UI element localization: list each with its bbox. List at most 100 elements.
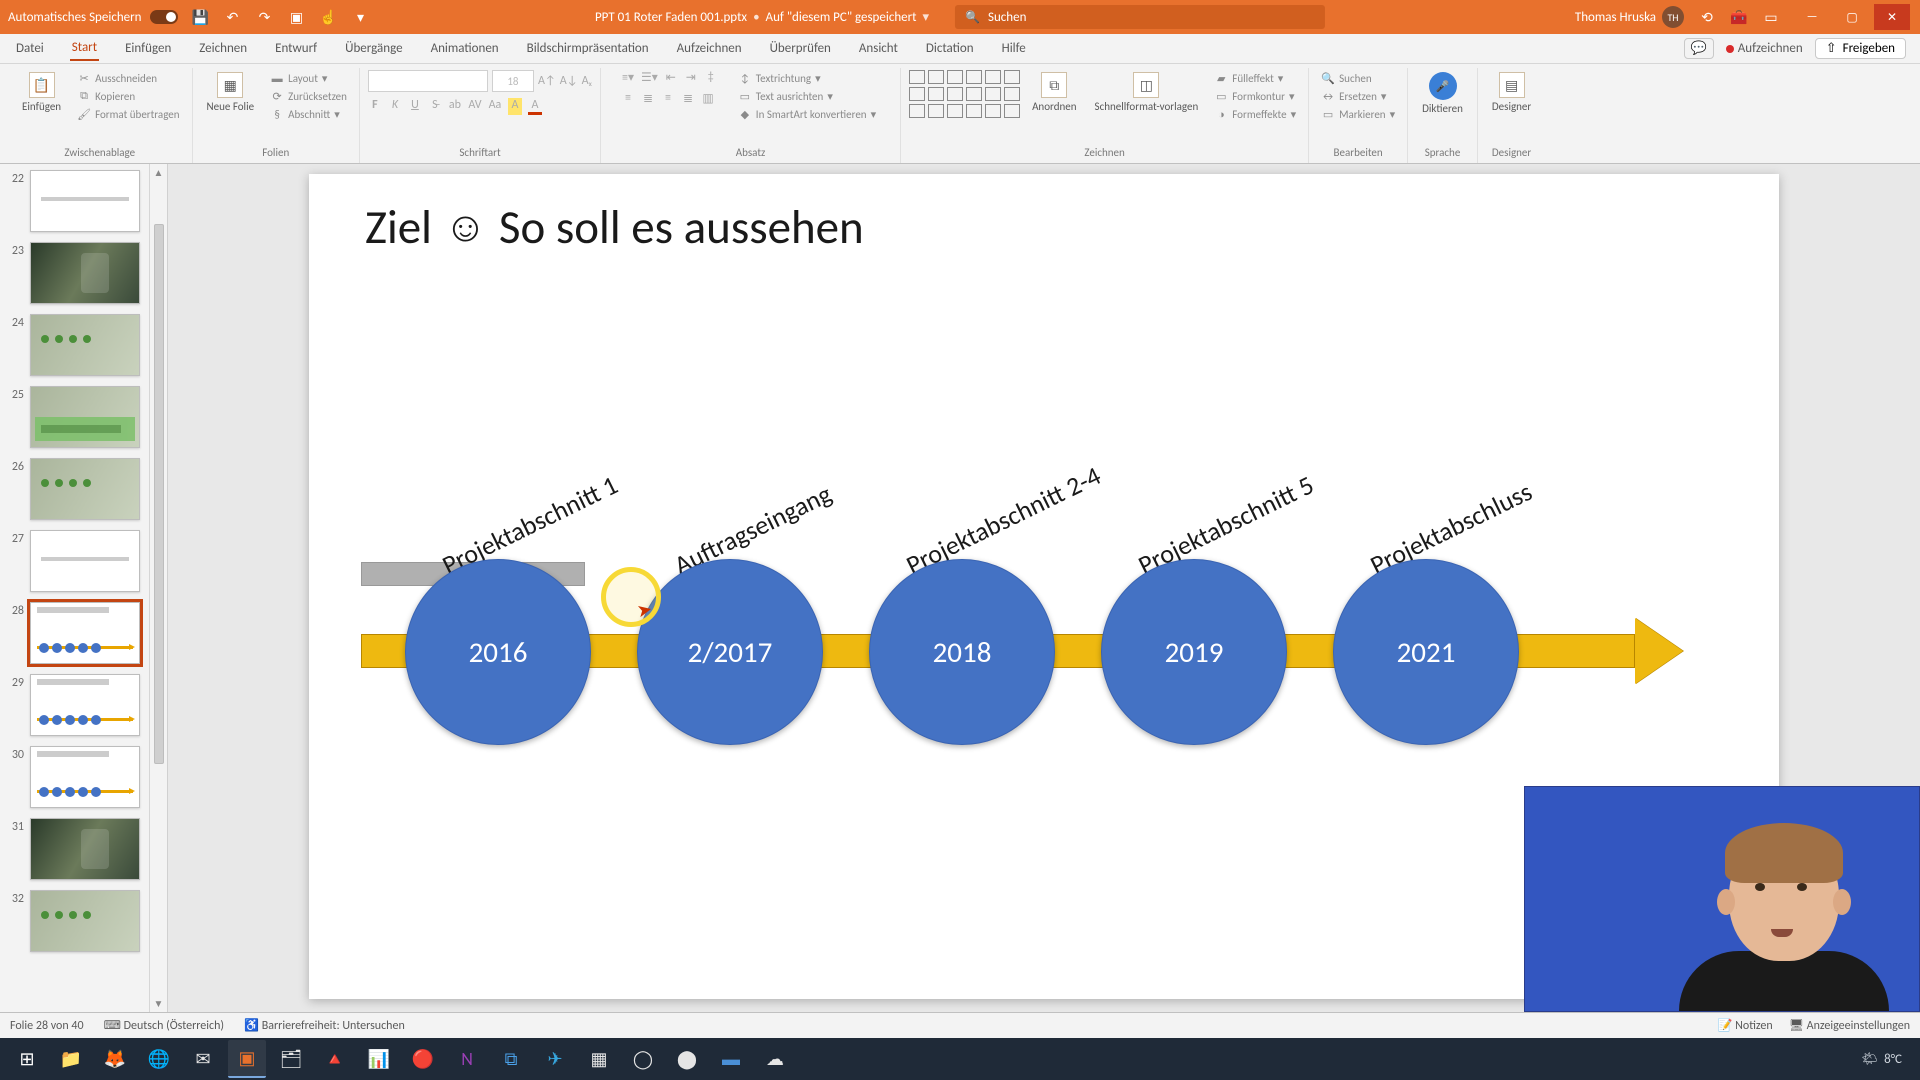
share-button[interactable]: ⇧Freigeben — [1815, 38, 1906, 59]
thumbnail-30[interactable]: 30 — [6, 746, 145, 808]
shape-outline-button[interactable]: ▭Formkontur ▾ — [1210, 88, 1300, 104]
present-from-start-icon[interactable]: ▣ — [288, 8, 306, 26]
app-icon-9[interactable]: ☁ — [756, 1040, 794, 1078]
scroll-up-icon[interactable]: ▲ — [154, 166, 164, 179]
accessibility-indicator[interactable]: ♿ Barrierefreiheit: Untersuchen — [244, 1018, 405, 1033]
app-icon-1[interactable]: 🗂 — [272, 1040, 310, 1078]
user-profile[interactable]: Thomas Hruska TH — [1575, 6, 1684, 28]
scrollbar-thumb[interactable] — [154, 224, 164, 764]
ribbon-options-icon[interactable]: ▭ — [1762, 8, 1780, 26]
toggle-switch[interactable] — [150, 10, 178, 24]
powerpoint-icon[interactable]: ▣ — [228, 1040, 266, 1078]
tab-einfuegen[interactable]: Einfügen — [123, 37, 173, 60]
font-color-button[interactable]: A — [528, 98, 542, 115]
tab-start[interactable]: Start — [70, 36, 99, 61]
numbering-button[interactable]: ☰▾ — [641, 70, 658, 85]
touch-mode-icon[interactable]: ☝ — [320, 8, 338, 26]
tab-aufzeichnen[interactable]: Aufzeichnen — [675, 37, 744, 60]
tab-entwurf[interactable]: Entwurf — [273, 37, 319, 60]
app-icon-6[interactable]: ◯ — [624, 1040, 662, 1078]
italic-button[interactable]: K — [388, 98, 402, 115]
undo-icon[interactable]: ↶ — [224, 8, 242, 26]
dictate-button[interactable]: 🎤Diktieren — [1416, 70, 1469, 117]
tab-zeichnen[interactable]: Zeichnen — [197, 37, 249, 60]
arrow-head[interactable] — [1635, 618, 1683, 684]
circle-2019[interactable]: 2019 — [1101, 559, 1287, 745]
tab-ansicht[interactable]: Ansicht — [857, 37, 900, 60]
weather-widget[interactable]: 🌤 8°C — [1862, 1052, 1902, 1067]
strike-button[interactable]: S̶ — [428, 98, 442, 115]
slide-counter[interactable]: Folie 28 von 40 — [10, 1019, 84, 1033]
line-spacing-button[interactable]: ‡ — [704, 70, 718, 85]
reset-button[interactable]: ⟳Zurücksetzen — [266, 88, 351, 104]
tab-uebergaenge[interactable]: Übergänge — [343, 37, 404, 60]
tab-bildschirm[interactable]: Bildschirmpräsentation — [525, 37, 651, 60]
circle-2016[interactable]: 2016 — [405, 559, 591, 745]
text-direction-button[interactable]: ↕Textrichtung ▾ — [734, 70, 880, 86]
thumbnail-31[interactable]: 31 — [6, 818, 145, 880]
font-size-input[interactable]: 18 — [492, 70, 534, 92]
align-center-button[interactable]: ≣ — [641, 91, 655, 106]
align-text-button[interactable]: ▭Text ausrichten ▾ — [734, 88, 880, 104]
arrange-button[interactable]: ⧉Anordnen — [1026, 70, 1082, 115]
align-left-button[interactable]: ≡ — [621, 91, 635, 106]
redo-icon[interactable]: ↷ — [256, 8, 274, 26]
font-name-input[interactable] — [368, 70, 488, 92]
paste-button[interactable]: 📋 Einfügen — [16, 70, 67, 115]
case-button[interactable]: Aa — [488, 98, 502, 115]
highlight-button[interactable]: A — [508, 98, 522, 115]
chrome-icon[interactable]: 🌐 — [140, 1040, 178, 1078]
clear-format-icon[interactable]: Aᵪ — [582, 74, 593, 88]
shadow-button[interactable]: ab — [448, 98, 462, 115]
tools-icon[interactable]: 🧰 — [1730, 8, 1748, 26]
timeline-graphic[interactable]: Projektabschnitt 1 Auftragseingang Proje… — [341, 434, 1747, 814]
start-button[interactable]: ⊞ — [8, 1040, 46, 1078]
maximize-button[interactable]: ▢ — [1834, 4, 1870, 30]
tab-animationen[interactable]: Animationen — [429, 37, 501, 60]
align-right-button[interactable]: ≡ — [661, 91, 675, 106]
decrease-font-icon[interactable]: A↓ — [560, 74, 578, 88]
underline-button[interactable]: U — [408, 98, 422, 115]
tab-hilfe[interactable]: Hilfe — [1000, 37, 1028, 60]
thumbnail-29[interactable]: 29 — [6, 674, 145, 736]
section-button[interactable]: §Abschnitt ▾ — [266, 106, 351, 122]
file-explorer-icon[interactable]: 📁 — [52, 1040, 90, 1078]
select-button[interactable]: ▭Markieren ▾ — [1317, 106, 1399, 122]
increase-font-icon[interactable]: A↑ — [538, 74, 556, 88]
onenote-icon[interactable]: N — [448, 1040, 486, 1078]
shapes-gallery[interactable] — [909, 70, 1020, 118]
thumbnail-25[interactable]: 25 — [6, 386, 145, 448]
convert-smartart-button[interactable]: ◆In SmartArt konvertieren ▾ — [734, 106, 880, 122]
find-button[interactable]: 🔍Suchen — [1317, 70, 1399, 86]
display-settings-button[interactable]: 🖥 Anzeigeeinstellungen — [1789, 1018, 1910, 1033]
outdent-button[interactable]: ⇤ — [664, 70, 678, 85]
app-icon-2[interactable]: 🔺 — [316, 1040, 354, 1078]
bullets-button[interactable]: ≡▾ — [621, 70, 635, 85]
record-button[interactable]: Aufzeichnen — [1726, 41, 1803, 56]
slide-title[interactable]: Ziel ☺ So soll es aussehen — [365, 198, 864, 256]
app-icon-8[interactable]: ▬ — [712, 1040, 750, 1078]
thumbnail-24[interactable]: 24 — [6, 314, 145, 376]
layout-button[interactable]: ▬Layout ▾ — [266, 70, 351, 86]
circle-2017[interactable]: 2/2017 — [637, 559, 823, 745]
close-button[interactable]: ✕ — [1874, 4, 1910, 30]
outlook-icon[interactable]: ✉ — [184, 1040, 222, 1078]
sync-icon[interactable]: ⟲ — [1698, 8, 1716, 26]
thumbnail-22[interactable]: 22 — [6, 170, 145, 232]
tab-ueberpruefen[interactable]: Überprüfen — [768, 37, 833, 60]
spacing-button[interactable]: AV — [468, 98, 482, 115]
cut-button[interactable]: ✂Ausschneiden — [73, 70, 183, 86]
shape-effects-button[interactable]: ◑Formeffekte ▾ — [1210, 106, 1300, 122]
thumbnail-32[interactable]: 32 — [6, 890, 145, 952]
label-3[interactable]: Projektabschnitt 2-4 — [901, 459, 1106, 581]
minimize-button[interactable]: — — [1794, 4, 1830, 30]
app-icon-4[interactable]: 🔴 — [404, 1040, 442, 1078]
circle-2018[interactable]: 2018 — [869, 559, 1055, 745]
save-icon[interactable]: 💾 — [192, 8, 210, 26]
autosave-toggle[interactable]: Automatisches Speichern — [8, 10, 178, 25]
tab-datei[interactable]: Datei — [14, 37, 46, 60]
replace-button[interactable]: ↔Ersetzen ▾ — [1317, 88, 1399, 104]
thumbnail-26[interactable]: 26 — [6, 458, 145, 520]
thumbnail-scrollbar[interactable]: ▲ ▼ — [149, 164, 167, 1012]
circle-2021[interactable]: 2021 — [1333, 559, 1519, 745]
